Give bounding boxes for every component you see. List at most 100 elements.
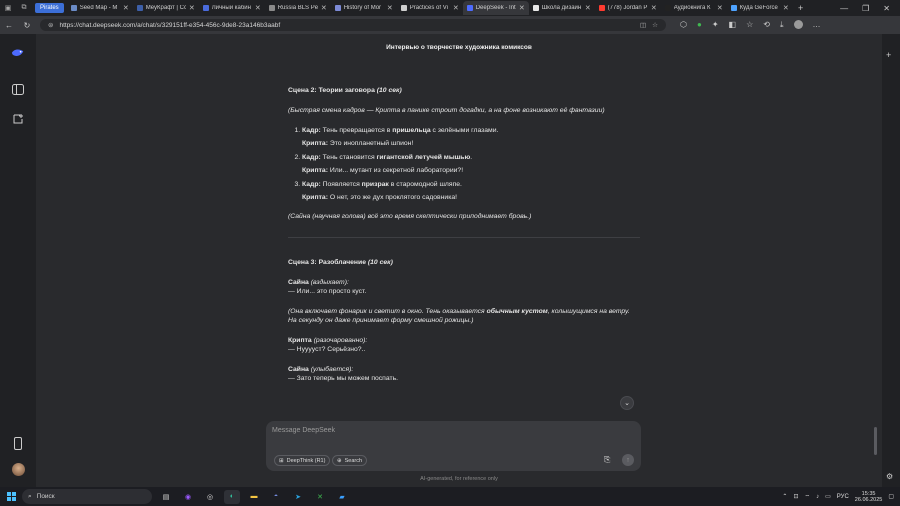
tab-close-icon[interactable]: ✕ [189, 4, 195, 12]
tray-app-icon[interactable]: ⊡ [793, 493, 798, 500]
tab-close-icon[interactable]: ✕ [255, 4, 261, 12]
tab-close-icon[interactable]: ✕ [651, 4, 657, 12]
add-sidebar-icon[interactable]: + [886, 50, 891, 60]
xbox-icon[interactable]: ✕ [312, 490, 328, 504]
browser-tab[interactable]: History of Mor ✕ [331, 1, 397, 15]
favorites-icon[interactable]: ☆ [746, 20, 753, 30]
send-button[interactable]: ↑ [622, 454, 634, 466]
volume-icon[interactable]: ♪ [816, 494, 819, 500]
saina-line-2: Сайна (улыбается): — Зато теперь мы може… [288, 366, 399, 382]
message-composer: Message DeepSeek ⊞ DeepThink (R1) ⊕ Search… [266, 421, 641, 471]
start-button[interactable] [0, 492, 22, 501]
tab-favicon-icon [136, 5, 143, 11]
browser-tab[interactable]: Seed Map - M ✕ [67, 1, 133, 15]
user-avatar[interactable] [11, 462, 25, 476]
task-view-icon[interactable]: ▤ [158, 490, 174, 504]
attach-file-icon[interactable]: ⎘ [604, 455, 610, 465]
discord-icon[interactable]: ◓ [268, 490, 284, 504]
refresh-button[interactable]: ↻ [18, 21, 36, 30]
window-controls: — ❐ ✕ [840, 4, 900, 13]
search-icon: ⌕ [28, 492, 32, 500]
avatar[interactable] [793, 20, 803, 29]
new-chat-icon[interactable] [11, 112, 25, 126]
dev-app-icon[interactable]: ▰ [334, 490, 350, 504]
arrow-up-icon: ↑ [626, 456, 630, 464]
browser-tab[interactable]: Practices of Vi ✕ [397, 1, 463, 15]
message-input[interactable]: Message DeepSeek [272, 427, 335, 434]
browser-tab[interactable]: Russia BLS Per ✕ [265, 1, 331, 15]
extensions-puzzle-icon[interactable]: ✦ [712, 20, 719, 30]
scroll-to-bottom-button[interactable]: ⌄ [620, 396, 634, 410]
close-window-button[interactable]: ✕ [883, 4, 890, 13]
scene3-heading: Сцена 3: Разоблачение (10 сек) [288, 259, 393, 266]
taskbar-search[interactable]: ⌕ Поиск [22, 489, 152, 504]
browser-tab[interactable]: Аудиокнига К ✕ [661, 1, 727, 15]
browser-tab[interactable]: Личный кабин ✕ [199, 1, 265, 15]
mobile-app-icon[interactable] [11, 436, 25, 450]
steam-icon[interactable]: ◎ [202, 490, 218, 504]
maximize-button[interactable]: ❐ [862, 4, 869, 13]
tab-title: DeepSeek - Inte [475, 5, 516, 11]
back-button[interactable]: ← [0, 21, 18, 30]
shield-icon[interactable]: ● [697, 20, 702, 30]
favorite-star-icon[interactable]: ☆ [652, 21, 658, 29]
language-indicator[interactable]: РУС [837, 494, 849, 500]
deepthink-icon: ⊞ [279, 457, 284, 464]
settings-gear-icon[interactable]: ⚙ [886, 472, 893, 481]
more-menu-icon[interactable]: … [813, 20, 821, 30]
download-icon[interactable]: ⤓ [780, 20, 784, 30]
reader-icon[interactable]: ◫ [640, 21, 646, 29]
tab-title: МеуКрафт | Сс [145, 5, 186, 11]
profile-icon[interactable]: ▣ [0, 0, 16, 16]
history-icon[interactable]: ⟲ [763, 20, 770, 30]
clock[interactable]: 15:35 26.06.2025 [855, 491, 883, 503]
browser-tab[interactable]: МеуКрафт | Сс ✕ [133, 1, 199, 15]
tab-title: Школа дизайн [541, 5, 582, 11]
split-screen-icon[interactable]: ◧ [729, 20, 737, 30]
tab-group-label[interactable]: Pirates [35, 3, 64, 13]
deepseek-logo-icon[interactable] [11, 46, 25, 60]
tab-title: Seed Map - M [79, 5, 118, 11]
url-field[interactable]: ⊜ https://chat.deepseek.com/a/chat/s/329… [40, 19, 666, 31]
browser-tab[interactable]: Школа дизайн ✕ [529, 1, 595, 15]
browser-tab[interactable]: Куда GeForce ✕ [727, 1, 793, 15]
extension-icon[interactable]: ⬡ [680, 20, 687, 30]
notifications-icon[interactable]: ▢ [888, 493, 894, 500]
tab-favicon-icon [532, 5, 539, 11]
minimize-button[interactable]: — [840, 4, 848, 13]
edge-icon[interactable]: ◐ [224, 489, 240, 504]
search-button[interactable]: ⊕ Search [332, 455, 368, 466]
site-info-icon[interactable]: ⊜ [48, 21, 53, 29]
deepthink-button[interactable]: ⊞ DeepThink (R1) [274, 455, 331, 466]
deepseek-sidebar [0, 34, 36, 487]
browser-tab[interactable]: (778) Jordan P ✕ [595, 1, 661, 15]
toggle-sidebar-icon[interactable] [11, 82, 25, 96]
list-item: Кадр: Тень становится гигантской летучей… [302, 153, 640, 175]
tab-title: Куда GeForce [739, 5, 778, 11]
saina-line-1: Сайна (вздыхает): — Или... это просто ку… [288, 279, 367, 295]
telegram-icon[interactable]: ➤ [290, 490, 306, 504]
tab-close-icon[interactable]: ✕ [519, 4, 525, 12]
tab-close-icon[interactable]: ✕ [321, 4, 327, 12]
battery-icon[interactable]: ▭ [825, 493, 831, 500]
tab-favicon-icon [730, 5, 737, 11]
file-explorer-icon[interactable]: ▬ [246, 490, 262, 504]
browser-tab[interactable]: DeepSeek - Inte ✕ [462, 1, 529, 15]
tab-close-icon[interactable]: ✕ [585, 4, 591, 12]
tab-close-icon[interactable]: ✕ [387, 4, 393, 12]
tab-title: Аудиокнига К [673, 5, 711, 11]
new-tab-button[interactable]: + [793, 3, 809, 13]
tab-close-icon[interactable]: ✕ [717, 4, 723, 12]
scrollbar[interactable] [874, 427, 877, 455]
tab-actions-icon[interactable]: ⧉ [16, 0, 32, 16]
tab-close-icon[interactable]: ✕ [123, 4, 129, 12]
network-icon[interactable]: ⌔ [804, 493, 810, 501]
browser-app-icon[interactable]: ◉ [180, 490, 196, 504]
tab-favicon-icon [664, 5, 671, 11]
chevron-up-icon[interactable]: ⌃ [782, 493, 787, 500]
tab-close-icon[interactable]: ✕ [453, 4, 459, 12]
tab-close-icon[interactable]: ✕ [783, 4, 789, 12]
tab-title: (778) Jordan P [607, 5, 648, 11]
address-bar-row: ← ↻ ⊜ https://chat.deepseek.com/a/chat/s… [0, 16, 900, 34]
ai-disclaimer: AI-generated, for reference only [420, 476, 498, 482]
